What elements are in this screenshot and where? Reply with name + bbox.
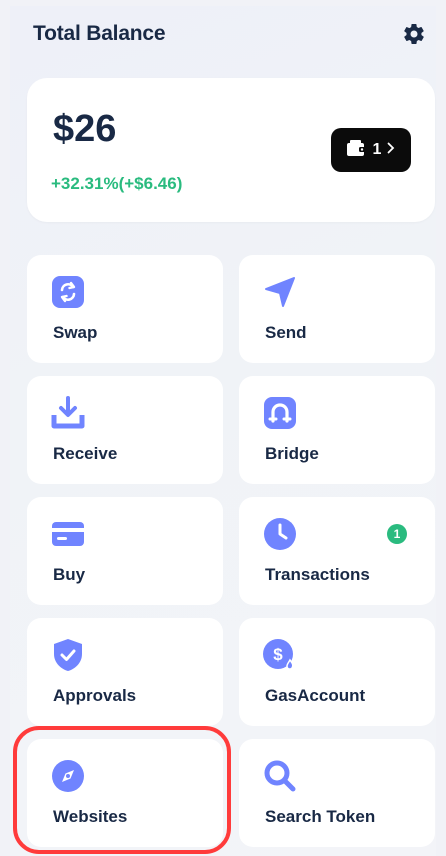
wallet-switch-button[interactable]: 1 bbox=[331, 128, 411, 172]
transactions-badge: 1 bbox=[387, 524, 407, 544]
receive-icon bbox=[51, 396, 85, 430]
gasaccount-label: GasAccount bbox=[265, 686, 366, 705]
approvals-button[interactable]: Approvals bbox=[27, 618, 223, 726]
receive-button[interactable]: Receive bbox=[27, 376, 223, 484]
bridge-button[interactable]: Bridge bbox=[239, 376, 435, 484]
gasaccount-button[interactable]: $ GasAccount bbox=[239, 618, 435, 726]
chevron-right-icon bbox=[387, 141, 395, 159]
buy-label: Buy bbox=[53, 565, 86, 584]
svg-text:$: $ bbox=[273, 645, 283, 664]
wallet-count: 1 bbox=[372, 141, 382, 158]
receive-label: Receive bbox=[53, 444, 118, 463]
websites-button[interactable]: Websites bbox=[27, 739, 223, 847]
send-label: Send bbox=[265, 323, 307, 342]
swap-label: Swap bbox=[53, 323, 98, 342]
header: Total Balance bbox=[33, 22, 428, 52]
approvals-label: Approvals bbox=[53, 686, 137, 705]
gear-icon[interactable] bbox=[400, 20, 428, 48]
shield-check-icon bbox=[51, 638, 85, 672]
buy-button[interactable]: Buy bbox=[27, 497, 223, 605]
bridge-label: Bridge bbox=[265, 444, 319, 463]
balance-card: $26 +32.31%(+$6.46) 1 bbox=[27, 78, 435, 222]
search-token-button[interactable]: Search Token bbox=[239, 739, 435, 847]
total-balance-amount: $26 bbox=[53, 108, 117, 150]
send-icon bbox=[263, 275, 297, 309]
transactions-button[interactable]: Transactions 1 bbox=[239, 497, 435, 605]
card-icon bbox=[51, 517, 85, 551]
compass-icon bbox=[51, 759, 85, 793]
wallet-icon bbox=[346, 139, 367, 161]
websites-label: Websites bbox=[53, 807, 128, 826]
balance-change: +32.31%(+$6.46) bbox=[51, 174, 183, 193]
clock-icon bbox=[263, 517, 297, 551]
search-token-label: Search Token bbox=[265, 807, 376, 826]
search-icon bbox=[263, 759, 297, 793]
transactions-label: Transactions bbox=[265, 565, 370, 584]
swap-icon bbox=[51, 275, 85, 309]
bridge-icon bbox=[263, 396, 297, 430]
page-title: Total Balance bbox=[33, 22, 166, 45]
send-button[interactable]: Send bbox=[239, 255, 435, 363]
swap-button[interactable]: Swap bbox=[27, 255, 223, 363]
gas-dollar-icon: $ bbox=[263, 638, 297, 672]
